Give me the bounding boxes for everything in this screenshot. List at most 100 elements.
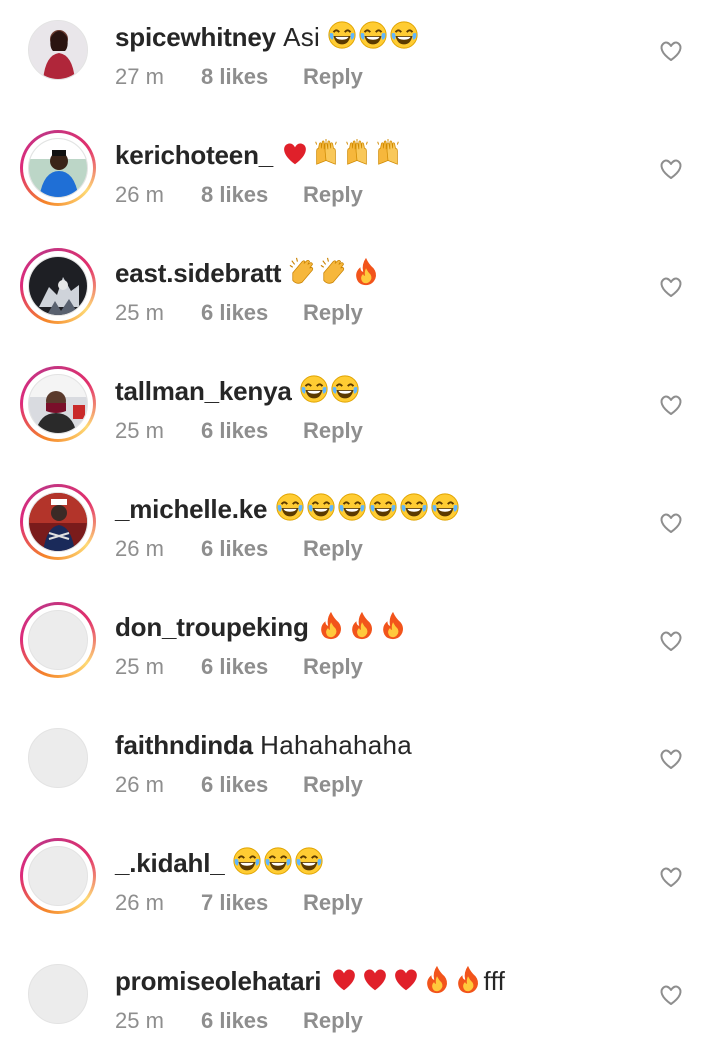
- fire-emoji-icon: [453, 965, 484, 996]
- reply-button[interactable]: Reply: [303, 536, 363, 562]
- comment-meta: 25 m 6 likes Reply: [115, 1008, 363, 1034]
- comment-row: _michelle.ke 26 m 6 likes Reply: [0, 472, 720, 590]
- laugh-emoji-icon: [368, 493, 399, 524]
- comment-text: _.kidahl_: [115, 846, 650, 880]
- comment-row: tallman_kenya 25 m 6 likes Reply: [0, 354, 720, 472]
- comment-username[interactable]: kerichoteen_: [115, 140, 273, 170]
- reply-button[interactable]: Reply: [303, 890, 363, 916]
- comment-meta: 26 m 7 likes Reply: [115, 890, 363, 916]
- like-heart-icon[interactable]: [658, 746, 684, 772]
- comment-likes-count[interactable]: 6 likes: [201, 418, 303, 444]
- avatar-image: [28, 728, 88, 788]
- comment-username[interactable]: don_troupeking: [115, 612, 309, 642]
- laugh-emoji-icon: [275, 493, 306, 524]
- avatar-image: [28, 138, 88, 198]
- reply-button[interactable]: Reply: [303, 1008, 363, 1034]
- fire-emoji-icon: [347, 611, 378, 642]
- comment-text: promiseolehatari fff: [115, 964, 650, 998]
- comment-likes-count[interactable]: 8 likes: [201, 64, 303, 90]
- laugh-emoji-icon: [430, 493, 461, 524]
- comment-text: faithndinda Hahahahaha: [115, 728, 650, 762]
- avatar[interactable]: [20, 720, 96, 796]
- comment-meta: 26 m 6 likes Reply: [115, 536, 363, 562]
- laugh-emoji-icon: [399, 493, 430, 524]
- avatar[interactable]: [20, 248, 96, 324]
- comment-username[interactable]: _michelle.ke: [115, 494, 267, 524]
- reply-button[interactable]: Reply: [303, 772, 363, 798]
- comment-meta: 25 m 6 likes Reply: [115, 654, 363, 680]
- hands-emoji-icon: [373, 138, 404, 170]
- comment-row: kerichoteen_ 26 m 8 likes Reply: [0, 118, 720, 236]
- reply-button[interactable]: Reply: [303, 182, 363, 208]
- comment-row: faithndinda Hahahahaha 26 m 6 likes Reply: [0, 708, 720, 826]
- comment-body: Hahahahaha: [260, 730, 413, 760]
- laugh-emoji-icon: [232, 847, 263, 878]
- comment-timestamp: 25 m: [115, 418, 164, 443]
- avatar-image: [28, 374, 88, 434]
- comment-likes-count[interactable]: 6 likes: [201, 300, 303, 326]
- comment-likes-count[interactable]: 6 likes: [201, 654, 303, 680]
- avatar[interactable]: [20, 602, 96, 678]
- comment-row: _.kidahl_ 26 m 7 likes Reply: [0, 826, 720, 944]
- laugh-emoji-icon: [358, 21, 389, 52]
- comment-timestamp: 26 m: [115, 536, 164, 561]
- laugh-emoji-icon: [294, 847, 325, 878]
- avatar[interactable]: [20, 130, 96, 206]
- like-heart-icon[interactable]: [658, 274, 684, 300]
- hands-emoji-icon: [311, 138, 342, 170]
- comment-timestamp: 25 m: [115, 1008, 164, 1033]
- laugh-emoji-icon: [389, 21, 420, 52]
- clap-emoji-icon: [289, 257, 320, 288]
- comment-username[interactable]: _.kidahl_: [115, 848, 225, 878]
- comment-body: Asi: [283, 22, 321, 52]
- comment-username[interactable]: east.sidebratt: [115, 258, 281, 288]
- comment-likes-count[interactable]: 6 likes: [201, 536, 303, 562]
- reply-button[interactable]: Reply: [303, 64, 363, 90]
- hands-emoji-icon: [342, 138, 373, 170]
- comment-timestamp: 26 m: [115, 182, 164, 207]
- comment-likes-count[interactable]: 6 likes: [201, 772, 303, 798]
- laugh-emoji-icon: [330, 375, 361, 406]
- like-heart-icon[interactable]: [658, 156, 684, 182]
- avatar[interactable]: [20, 12, 96, 88]
- heart-emoji-icon: [360, 966, 391, 996]
- comment-username[interactable]: tallman_kenya: [115, 376, 292, 406]
- fire-emoji-icon: [351, 257, 382, 288]
- reply-button[interactable]: Reply: [303, 418, 363, 444]
- comment-row: don_troupeking 25 m 6 likes Reply: [0, 590, 720, 708]
- comment-username[interactable]: faithndinda: [115, 730, 253, 760]
- clap-emoji-icon: [320, 257, 351, 288]
- comment-likes-count[interactable]: 6 likes: [201, 1008, 303, 1034]
- like-heart-icon[interactable]: [658, 38, 684, 64]
- heart-emoji-icon: [280, 140, 311, 170]
- like-heart-icon[interactable]: [658, 628, 684, 654]
- comment-username[interactable]: spicewhitney: [115, 22, 276, 52]
- comment-timestamp: 25 m: [115, 654, 164, 679]
- reply-button[interactable]: Reply: [303, 300, 363, 326]
- comment-username[interactable]: promiseolehatari: [115, 966, 322, 996]
- reply-button[interactable]: Reply: [303, 654, 363, 680]
- comment-text: spicewhitney Asi: [115, 20, 650, 54]
- comment-meta: 25 m 6 likes Reply: [115, 418, 363, 444]
- laugh-emoji-icon: [337, 493, 368, 524]
- avatar[interactable]: [20, 484, 96, 560]
- like-heart-icon[interactable]: [658, 510, 684, 536]
- like-heart-icon[interactable]: [658, 392, 684, 418]
- comment-timestamp: 25 m: [115, 300, 164, 325]
- comment-timestamp: 26 m: [115, 772, 164, 797]
- like-heart-icon[interactable]: [658, 864, 684, 890]
- avatar[interactable]: [20, 366, 96, 442]
- laugh-emoji-icon: [299, 375, 330, 406]
- avatar-image: [28, 20, 88, 80]
- laugh-emoji-icon: [263, 847, 294, 878]
- comment-meta: 26 m 8 likes Reply: [115, 182, 363, 208]
- avatar[interactable]: [20, 956, 96, 1032]
- fire-emoji-icon: [378, 611, 409, 642]
- fire-emoji-icon: [422, 965, 453, 996]
- comment-likes-count[interactable]: 7 likes: [201, 890, 303, 916]
- comment-text: east.sidebratt: [115, 256, 650, 290]
- comment-likes-count[interactable]: 8 likes: [201, 182, 303, 208]
- fire-emoji-icon: [316, 611, 347, 642]
- avatar[interactable]: [20, 838, 96, 914]
- like-heart-icon[interactable]: [658, 982, 684, 1008]
